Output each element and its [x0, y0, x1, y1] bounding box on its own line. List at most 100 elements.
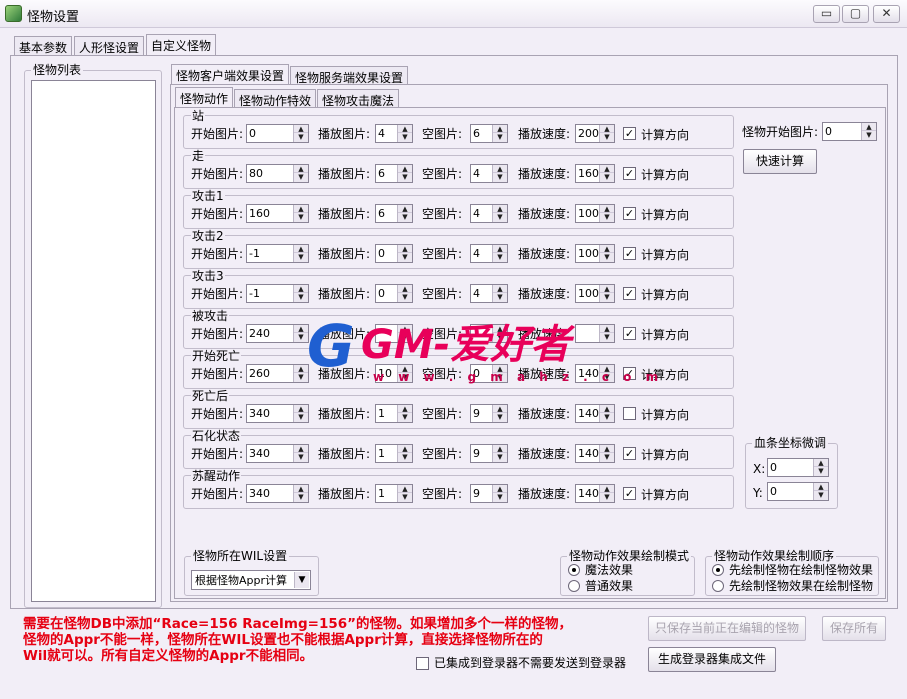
play-spinner[interactable]: 0 ▲ ▼: [375, 284, 413, 303]
blank-spinner[interactable]: 9 ▲ ▼: [470, 404, 508, 423]
spin-down-icon[interactable]: ▼: [398, 173, 412, 181]
save-all-button[interactable]: 保存所有: [822, 616, 886, 641]
blank-spinner[interactable]: 4 ▲ ▼: [470, 164, 508, 183]
start-spinner[interactable]: 160 ▲ ▼: [246, 204, 309, 223]
spin-up-icon[interactable]: ▲: [862, 123, 876, 131]
spin-up-icon[interactable]: ▲: [294, 485, 308, 493]
hp-y-spinner[interactable]: 0 ▲ ▼: [767, 482, 829, 501]
integrated-checkbox[interactable]: [416, 657, 429, 670]
play-spinner[interactable]: 6 ▲ ▼: [375, 164, 413, 183]
monster-listbox[interactable]: [31, 80, 156, 602]
spin-up-icon[interactable]: ▲: [493, 125, 507, 133]
spin-down-icon[interactable]: ▼: [294, 173, 308, 181]
draw-mode-normal-radio[interactable]: [568, 580, 580, 592]
spin-down-icon[interactable]: ▼: [493, 253, 507, 261]
spin-up-icon[interactable]: ▲: [493, 405, 507, 413]
play-spinner[interactable]: 1 ▲ ▼: [375, 484, 413, 503]
spin-up-icon[interactable]: ▲: [398, 165, 412, 173]
maximize-button[interactable]: ▢: [842, 5, 869, 23]
spin-down-icon[interactable]: ▼: [493, 413, 507, 421]
hp-x-spinner[interactable]: 0 ▲ ▼: [767, 458, 829, 477]
minimize-button[interactable]: ▭: [813, 5, 840, 23]
spin-up-icon[interactable]: ▲: [493, 285, 507, 293]
speed-spinner[interactable]: 100 ▲ ▼: [575, 204, 615, 223]
spin-up-icon[interactable]: ▲: [814, 483, 828, 491]
spin-up-icon[interactable]: ▲: [398, 205, 412, 213]
play-spinner[interactable]: 4 ▲ ▼: [375, 124, 413, 143]
speed-spinner[interactable]: 160 ▲ ▼: [575, 164, 615, 183]
blank-spinner[interactable]: 4 ▲ ▼: [470, 284, 508, 303]
spin-up-icon[interactable]: ▲: [600, 485, 614, 493]
spin-down-icon[interactable]: ▼: [294, 293, 308, 301]
start-spinner[interactable]: 240 ▲ ▼: [246, 324, 309, 343]
tab-action-effect[interactable]: 怪物动作特效: [234, 89, 317, 109]
spin-down-icon[interactable]: ▼: [493, 453, 507, 461]
play-spinner[interactable]: 6 ▲ ▼: [375, 204, 413, 223]
spin-down-icon[interactable]: ▼: [294, 413, 308, 421]
tab-monster-action[interactable]: 怪物动作: [175, 87, 234, 108]
speed-spinner[interactable]: 200 ▲ ▼: [575, 124, 615, 143]
spin-down-icon[interactable]: ▼: [294, 453, 308, 461]
quick-calc-button[interactable]: 快速计算: [743, 149, 817, 174]
spin-down-icon[interactable]: ▼: [600, 453, 614, 461]
start-spinner[interactable]: 340 ▲ ▼: [246, 444, 309, 463]
calc-direction-checkbox[interactable]: ✓: [623, 247, 636, 260]
spin-down-icon[interactable]: ▼: [814, 467, 828, 475]
speed-spinner[interactable]: 100 ▲ ▼: [575, 284, 615, 303]
spin-up-icon[interactable]: ▲: [294, 165, 308, 173]
play-spinner[interactable]: 1 ▲ ▼: [375, 444, 413, 463]
spin-up-icon[interactable]: ▲: [600, 165, 614, 173]
spin-down-icon[interactable]: ▼: [398, 293, 412, 301]
spin-down-icon[interactable]: ▼: [600, 133, 614, 141]
spin-up-icon[interactable]: ▲: [493, 485, 507, 493]
spin-up-icon[interactable]: ▲: [294, 245, 308, 253]
play-spinner[interactable]: 1 ▲ ▼: [375, 404, 413, 423]
calc-direction-checkbox[interactable]: ✓: [623, 167, 636, 180]
tab-basic-params[interactable]: 基本参数: [14, 36, 73, 56]
spin-up-icon[interactable]: ▲: [294, 205, 308, 213]
spin-down-icon[interactable]: ▼: [294, 133, 308, 141]
monster-start-image-spinner[interactable]: 0 ▲ ▼: [822, 122, 877, 141]
spin-down-icon[interactable]: ▼: [493, 173, 507, 181]
spin-down-icon[interactable]: ▼: [600, 293, 614, 301]
spin-down-icon[interactable]: ▼: [398, 253, 412, 261]
spin-down-icon[interactable]: ▼: [398, 493, 412, 501]
spin-up-icon[interactable]: ▲: [814, 459, 828, 467]
spin-down-icon[interactable]: ▼: [600, 213, 614, 221]
spin-up-icon[interactable]: ▲: [294, 405, 308, 413]
spin-up-icon[interactable]: ▲: [600, 285, 614, 293]
start-spinner[interactable]: 340 ▲ ▼: [246, 484, 309, 503]
blank-spinner[interactable]: 4 ▲ ▼: [470, 244, 508, 263]
speed-spinner[interactable]: 140 ▲ ▼: [575, 484, 615, 503]
start-spinner[interactable]: -1 ▲ ▼: [246, 244, 309, 263]
spin-up-icon[interactable]: ▲: [600, 405, 614, 413]
spin-down-icon[interactable]: ▼: [493, 133, 507, 141]
close-button[interactable]: ✕: [873, 5, 900, 23]
spin-up-icon[interactable]: ▲: [600, 445, 614, 453]
calc-direction-checkbox[interactable]: ✓: [623, 487, 636, 500]
speed-spinner[interactable]: 100 ▲ ▼: [575, 244, 615, 263]
spin-up-icon[interactable]: ▲: [398, 285, 412, 293]
wil-setting-select[interactable]: 根据怪物Appr计算 ▼: [191, 570, 311, 590]
chevron-down-icon[interactable]: ▼: [294, 572, 309, 588]
speed-spinner[interactable]: 140 ▲ ▼: [575, 404, 615, 423]
spin-up-icon[interactable]: ▲: [398, 445, 412, 453]
draw-order-effect-first-radio[interactable]: [712, 580, 724, 592]
tab-humanoid-monster[interactable]: 人形怪设置: [74, 36, 145, 56]
calc-direction-checkbox[interactable]: [623, 407, 636, 420]
spin-up-icon[interactable]: ▲: [493, 205, 507, 213]
spin-up-icon[interactable]: ▲: [398, 485, 412, 493]
start-spinner[interactable]: 340 ▲ ▼: [246, 404, 309, 423]
blank-spinner[interactable]: 4 ▲ ▼: [470, 204, 508, 223]
spin-down-icon[interactable]: ▼: [600, 413, 614, 421]
spin-up-icon[interactable]: ▲: [600, 205, 614, 213]
calc-direction-checkbox[interactable]: ✓: [623, 447, 636, 460]
blank-spinner[interactable]: 9 ▲ ▼: [470, 484, 508, 503]
play-spinner[interactable]: 0 ▲ ▼: [375, 244, 413, 263]
start-spinner[interactable]: 0 ▲ ▼: [246, 124, 309, 143]
spin-down-icon[interactable]: ▼: [294, 253, 308, 261]
draw-mode-magic-radio[interactable]: [568, 564, 580, 576]
spin-down-icon[interactable]: ▼: [493, 213, 507, 221]
spin-up-icon[interactable]: ▲: [600, 245, 614, 253]
start-spinner[interactable]: 260 ▲ ▼: [246, 364, 309, 383]
